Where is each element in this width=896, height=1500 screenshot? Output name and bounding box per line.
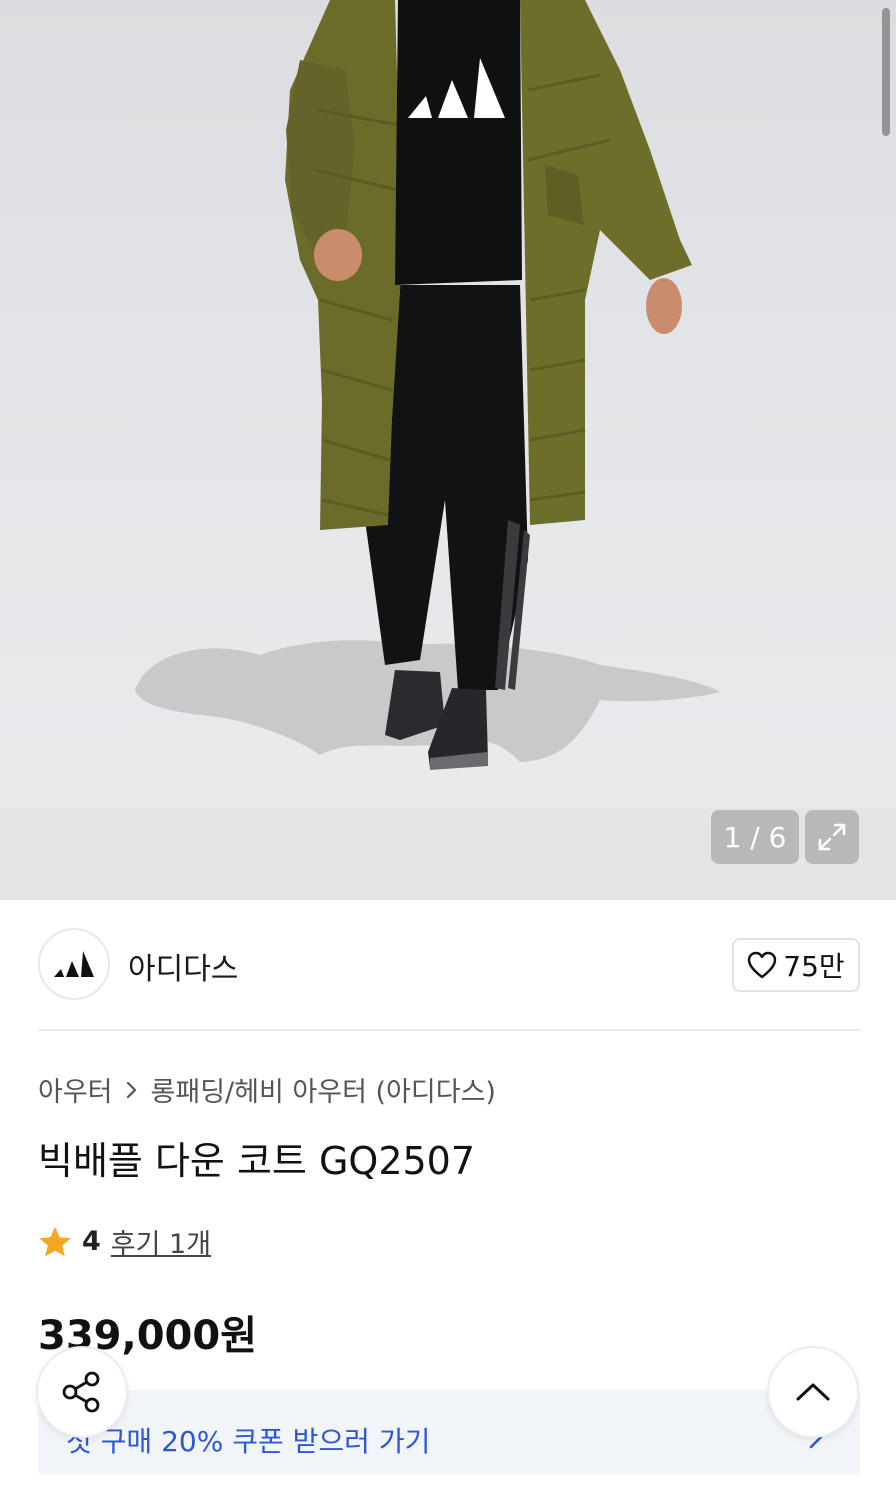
- scroll-top-button[interactable]: [767, 1346, 859, 1438]
- share-icon: [62, 1371, 100, 1413]
- product-title: 빅배플 다운 코트 GQ2507: [38, 1139, 476, 1183]
- brand-row: 아디다스 75만: [38, 928, 860, 1002]
- scrollbar-thumb[interactable]: [882, 8, 890, 136]
- heart-icon: [748, 951, 777, 979]
- brand-name[interactable]: 아디다스: [128, 944, 238, 988]
- divider: [38, 1029, 860, 1031]
- star-icon: [39, 1226, 71, 1256]
- coupon-banner[interactable]: 첫 구매 20% 쿠폰 받으러 가기: [38, 1390, 860, 1474]
- share-button[interactable]: [36, 1346, 128, 1438]
- image-counter: 1 / 6: [711, 810, 799, 864]
- like-button[interactable]: 75만: [732, 938, 860, 992]
- expand-icon: [818, 823, 846, 851]
- product-photo: [135, 0, 720, 770]
- breadcrumb: 아우터 롱패딩/헤비 아우터 (아디다스): [38, 1070, 496, 1109]
- like-count: 75만: [783, 950, 845, 983]
- product-image-gallery[interactable]: 1 / 6: [0, 0, 896, 900]
- breadcrumb-category[interactable]: 아우터: [38, 1070, 113, 1109]
- rating-score: 4: [82, 1226, 101, 1257]
- expand-button[interactable]: [805, 810, 859, 864]
- brand-logo[interactable]: [38, 928, 110, 1000]
- rating-row: 4 후기 1개: [38, 1222, 211, 1261]
- chevron-up-icon: [796, 1383, 830, 1401]
- coupon-text: 첫 구매 20% 쿠폰 받으러 가기: [66, 1425, 431, 1458]
- chevron-right-icon: [126, 1081, 136, 1098]
- review-link[interactable]: 후기 1개: [111, 1222, 211, 1261]
- breadcrumb-subcategory[interactable]: 롱패딩/헤비 아우터 (아디다스): [151, 1070, 496, 1109]
- adidas-logo-icon: [54, 951, 94, 977]
